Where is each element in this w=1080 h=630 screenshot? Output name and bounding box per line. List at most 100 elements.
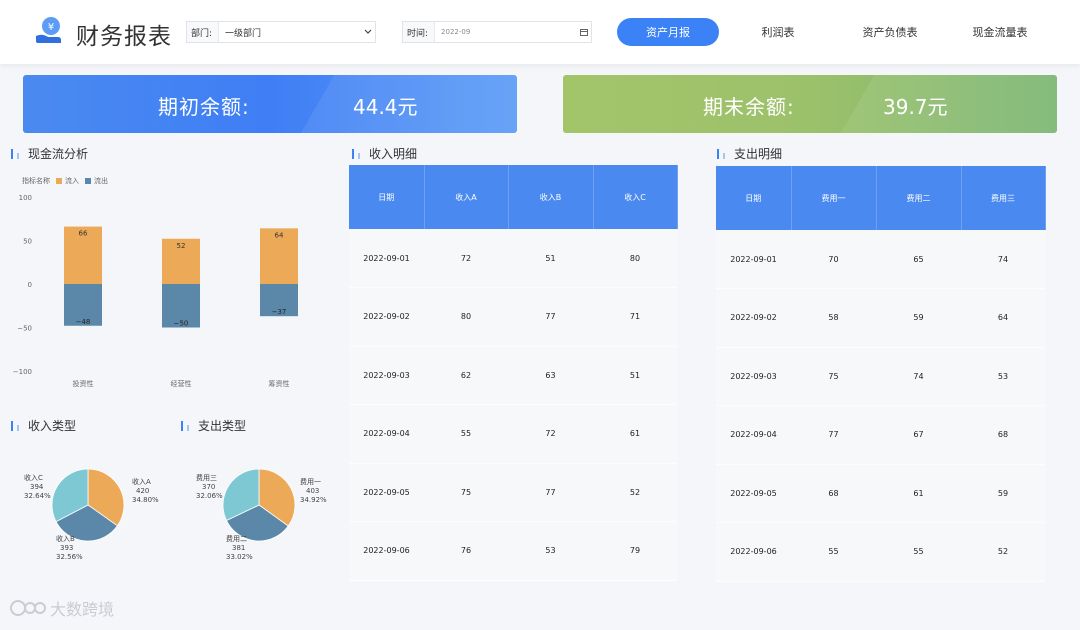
cashflow-bar-chart: 100 50 0 −50 −100 66 −48 投资性 52 −50 经营性 64 −37 筹资性	[13, 194, 298, 388]
title-marker	[358, 152, 360, 159]
table-header-row: 日期 收入A 收入B 收入C	[349, 165, 678, 229]
table-cell: 80	[424, 287, 508, 347]
table-cell: 2022-09-01	[349, 229, 424, 288]
column-header[interactable]: 费用二	[876, 166, 962, 230]
table-cell: 76	[424, 521, 508, 581]
tab-asset-monthly[interactable]: 资产月报	[617, 18, 719, 46]
table-cell: 67	[876, 405, 961, 465]
slice-value: 381	[232, 544, 246, 552]
title-marker	[187, 424, 189, 431]
column-header[interactable]: 日期	[349, 165, 425, 229]
table-cell: 51	[593, 346, 677, 405]
table-cell: 2022-09-06	[349, 521, 424, 581]
table-cell: 58	[791, 288, 876, 348]
time-filter[interactable]: 时间: 2022-09	[402, 21, 592, 43]
title-marker	[11, 148, 13, 159]
title-marker	[352, 148, 354, 159]
bar-value-label: −37	[272, 308, 287, 316]
title-marker	[17, 424, 19, 431]
table-cell: 63	[508, 346, 593, 405]
legend-item-inflow[interactable]: 流入	[65, 176, 79, 186]
slice-percent: 34.80%	[132, 496, 159, 504]
bar-value-label: 64	[275, 231, 284, 239]
legend-item-outflow[interactable]: 流出	[94, 176, 108, 186]
brand-watermark: 大数跨境	[10, 596, 114, 620]
table-cell: 77	[508, 463, 593, 522]
slice-name: 收入B	[56, 535, 75, 543]
finance-logo-icon: ¥	[36, 17, 61, 43]
app-title: 财务报表	[76, 24, 172, 50]
brand-logo-icon	[10, 600, 46, 616]
table-cell: 2022-09-01	[716, 230, 791, 289]
income-detail-title-text: 收入明细	[369, 147, 418, 161]
y-tick-label: 100	[19, 194, 32, 202]
table-cell: 68	[961, 405, 1045, 465]
table-row: 2022-09-05 68 61 59	[716, 464, 1045, 523]
expense-detail-section-title: 支出明细	[717, 145, 782, 162]
calendar-icon[interactable]	[577, 22, 591, 42]
slice-name: 费用一	[300, 478, 321, 486]
bar-value-label: 52	[177, 242, 186, 250]
table-row: 2022-09-01 72 51 80	[349, 229, 677, 288]
table-row: 2022-09-04 77 67 68	[716, 405, 1045, 465]
table-cell: 75	[791, 347, 876, 406]
department-filter[interactable]: 部门: 一级部门	[186, 21, 376, 43]
column-header[interactable]: 收入A	[424, 165, 509, 229]
slice-value: 394	[30, 483, 44, 491]
opening-balance-label: 期初余额:	[158, 95, 250, 119]
table-cell: 52	[961, 522, 1045, 582]
table-cell: 53	[508, 521, 593, 581]
slice-value: 370	[202, 483, 216, 491]
slice-percent: 32.56%	[56, 553, 83, 561]
svg-text:¥: ¥	[48, 22, 54, 33]
income-type-pie-chart	[51, 468, 125, 542]
column-header[interactable]: 费用一	[791, 166, 877, 230]
tab-balance-sheet[interactable]: 资产负债表	[845, 18, 935, 46]
income-type-section-title: 收入类型	[11, 417, 76, 434]
brand-name: 大数跨境	[50, 600, 115, 619]
table-row: 2022-09-02 80 77 71	[349, 287, 677, 347]
table-cell: 2022-09-04	[349, 404, 424, 464]
slice-percent: 33.02%	[226, 553, 253, 561]
table-cell: 71	[593, 287, 677, 347]
time-filter-label: 时间:	[403, 22, 436, 42]
chevron-down-icon[interactable]	[361, 22, 375, 42]
department-select-value[interactable]: 一级部门	[219, 22, 361, 42]
table-row: 2022-09-01 70 65 74	[716, 230, 1045, 289]
table-row: 2022-09-02 58 59 64	[716, 288, 1045, 348]
y-tick-label: −50	[17, 325, 32, 333]
table-row: 2022-09-06 76 53 79	[349, 521, 677, 581]
table-cell: 51	[508, 229, 593, 288]
closing-balance-label: 期末余额:	[703, 95, 795, 119]
tab-profit[interactable]: 利润表	[740, 18, 816, 46]
table-cell: 59	[961, 464, 1045, 523]
expense-type-section-title: 支出类型	[181, 417, 246, 434]
title-marker	[11, 420, 13, 431]
slice-name: 收入A	[132, 478, 151, 486]
table-row: 2022-09-03 75 74 53	[716, 347, 1045, 406]
bar-value-label: 66	[79, 230, 88, 238]
column-header[interactable]: 费用三	[961, 166, 1046, 230]
closing-balance-value: 39.7元	[883, 95, 948, 119]
table-row: 2022-09-06 55 55 52	[716, 522, 1045, 582]
cashflow-legend: 指标名称 流入 流出	[22, 176, 108, 186]
table-cell: 53	[961, 347, 1045, 406]
table-cell: 77	[508, 287, 593, 347]
column-header[interactable]: 收入C	[593, 165, 678, 229]
tab-cash-flow[interactable]: 现金流量表	[955, 18, 1045, 46]
slice-name: 收入C	[24, 474, 43, 482]
slice-value: 403	[306, 487, 320, 495]
table-cell: 2022-09-06	[716, 522, 791, 582]
x-tick-label: 筹资性	[269, 379, 290, 388]
column-header[interactable]: 日期	[716, 166, 792, 230]
top-header: ¥ 财务报表 部门: 一级部门 时间: 2022-09 资产月报 利润表 资产负…	[0, 0, 1080, 64]
y-tick-label: 50	[23, 238, 32, 246]
column-header[interactable]: 收入B	[508, 165, 594, 229]
table-cell: 2022-09-02	[349, 287, 424, 347]
pie-label-expense-3: 费用三 370 32.06%	[196, 474, 223, 501]
slice-percent: 32.06%	[196, 492, 223, 500]
legend-swatch-inflow	[56, 178, 62, 184]
time-input-value[interactable]: 2022-09	[435, 22, 577, 42]
table-cell: 72	[508, 404, 593, 464]
pie-label-income-b: 收入B 393 32.56%	[56, 535, 83, 562]
